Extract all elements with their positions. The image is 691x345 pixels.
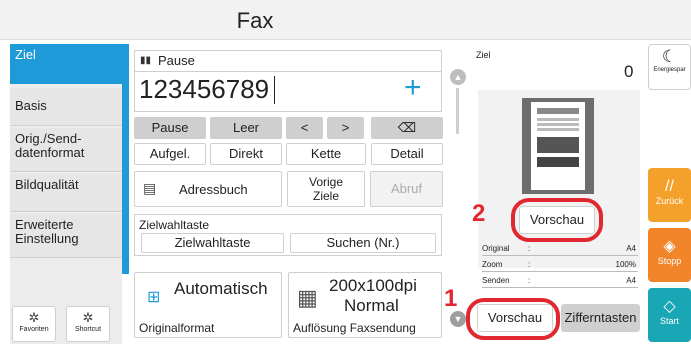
gear-shortcut-icon: ✲ — [82, 310, 94, 325]
shortcut-label: Shortcut — [74, 326, 102, 333]
page-title: Fax — [236, 8, 274, 33]
info-value: A4 — [626, 244, 636, 253]
ziel-count: 0 — [624, 62, 634, 81]
info-row-original: Original : A4 — [482, 244, 638, 256]
callout-1: 1 — [444, 285, 458, 312]
text-cursor — [274, 76, 275, 104]
info-key: Zoom — [482, 260, 503, 269]
originalformat-button[interactable]: ⊞ Automatisch Originalformat — [134, 272, 282, 338]
sidebar: Ziel Basis Orig./Send- datenformat Bildq… — [10, 44, 122, 344]
suchen-nr-button[interactable]: Suchen (Nr.) — [290, 233, 436, 253]
gear-star-icon: ✲ — [28, 310, 40, 325]
info-row-zoom: Zoom : 100% — [482, 260, 638, 272]
addressbook-label: Adressbuch — [179, 182, 248, 197]
backspace-key[interactable]: ⌫ — [371, 117, 443, 139]
zifferntasten-button[interactable]: Zifferntasten — [561, 304, 640, 332]
vorige-ziele-button[interactable]: Vorige Ziele — [287, 171, 365, 207]
zurueck-button[interactable]: // Zurück — [648, 168, 691, 222]
entry-divider — [134, 71, 442, 72]
preview-page — [531, 102, 585, 190]
info-value: 100% — [615, 260, 636, 269]
resolution-mode: Normal — [344, 296, 399, 315]
reset-slash-icon: // — [665, 178, 674, 195]
pause-tag: Pause — [158, 53, 195, 68]
info-key: Senden — [482, 276, 510, 285]
sidebar-item-orig-send[interactable]: Orig./Send- datenformat — [10, 128, 122, 172]
sidebar-item-label: Bildqualität — [15, 177, 79, 192]
start-diamond-icon: ◇ — [663, 298, 676, 315]
resolution-value: 200x100dpi — [329, 276, 417, 295]
sidebar-item-erweiterte[interactable]: Erweiterte Einstellung — [10, 214, 122, 258]
kette-button[interactable]: Kette — [286, 143, 366, 165]
leer-key[interactable]: Leer — [210, 117, 282, 139]
sidebar-item-label: Basis — [15, 98, 47, 113]
sidebar-item-label: Ziel — [15, 47, 36, 62]
sidebar-item-ziel[interactable]: Ziel — [10, 44, 122, 84]
moon-icon: ☾ — [661, 47, 678, 66]
sidebar-item-bildqualitaet[interactable]: Bildqualität — [10, 174, 122, 212]
original-size-icon: ⊞ — [147, 289, 161, 306]
zielwahl-heading: Zielwahltaste — [139, 218, 210, 232]
addressbook-icon: ▤ — [143, 180, 157, 196]
originalformat-label: Originalformat — [139, 321, 215, 335]
stopp-button[interactable]: ◈ Stopp — [648, 228, 691, 282]
abruf-button[interactable]: Abruf — [370, 171, 443, 207]
highlight-ring-1 — [466, 298, 560, 340]
stop-icon: ◈ — [663, 238, 676, 255]
info-row-senden: Senden : A4 — [482, 276, 638, 288]
originalformat-value: Automatisch — [174, 279, 268, 298]
add-plus-button[interactable]: + — [404, 71, 422, 105]
scrollbar-track[interactable] — [456, 88, 459, 134]
zielwahltaste-button[interactable]: Zielwahltaste — [141, 233, 284, 253]
favoriten-label: Favoriten — [19, 326, 49, 333]
direkt-button[interactable]: Direkt — [210, 143, 282, 165]
info-value: A4 — [626, 276, 636, 285]
resolution-label: Auflösung Faxsendung — [293, 321, 416, 335]
stopp-label: Stopp — [657, 256, 682, 266]
aufloesung-button[interactable]: ▦ 200x100dpi Normal Auflösung Faxsendung — [288, 272, 442, 338]
ziel-count-label: Ziel — [476, 50, 491, 60]
energiespar-label: Energiespar — [653, 67, 686, 73]
sidebar-item-label: Erweiterte Einstellung — [15, 217, 79, 246]
sidebar-accent-bar — [122, 44, 129, 274]
zurueck-label: Zurück — [655, 196, 684, 206]
energiespar-button[interactable]: ☾ Energiespar — [648, 44, 691, 90]
detail-button[interactable]: Detail — [371, 143, 443, 165]
pause-key[interactable]: Pause — [134, 117, 206, 139]
fax-resolution-icon: ▦ — [297, 285, 318, 310]
scroll-down-icon[interactable]: ▼ — [450, 311, 466, 327]
highlight-ring-2 — [511, 198, 603, 242]
cursor-right-key[interactable]: > — [327, 117, 364, 139]
shortcut-button[interactable]: ✲ Shortcut — [66, 306, 110, 342]
fax-number-input[interactable]: 123456789 — [139, 74, 269, 105]
addressbook-button[interactable]: ▤ Adressbuch — [134, 171, 282, 207]
info-key: Original — [482, 244, 510, 253]
sidebar-item-label: Orig./Send- datenformat — [15, 131, 85, 160]
sidebar-item-basis[interactable]: Basis — [10, 88, 122, 126]
cursor-left-key[interactable]: < — [286, 117, 323, 139]
start-button[interactable]: ◇ Start — [648, 288, 691, 342]
aufgel-button[interactable]: Aufgel. — [134, 143, 206, 165]
callout-2: 2 — [472, 200, 486, 227]
scroll-up-icon[interactable]: ▲ — [450, 69, 466, 85]
document-icon: ▮▮ — [140, 55, 152, 66]
start-label: Start — [659, 316, 679, 326]
favoriten-button[interactable]: ✲ Favoriten — [12, 306, 56, 342]
